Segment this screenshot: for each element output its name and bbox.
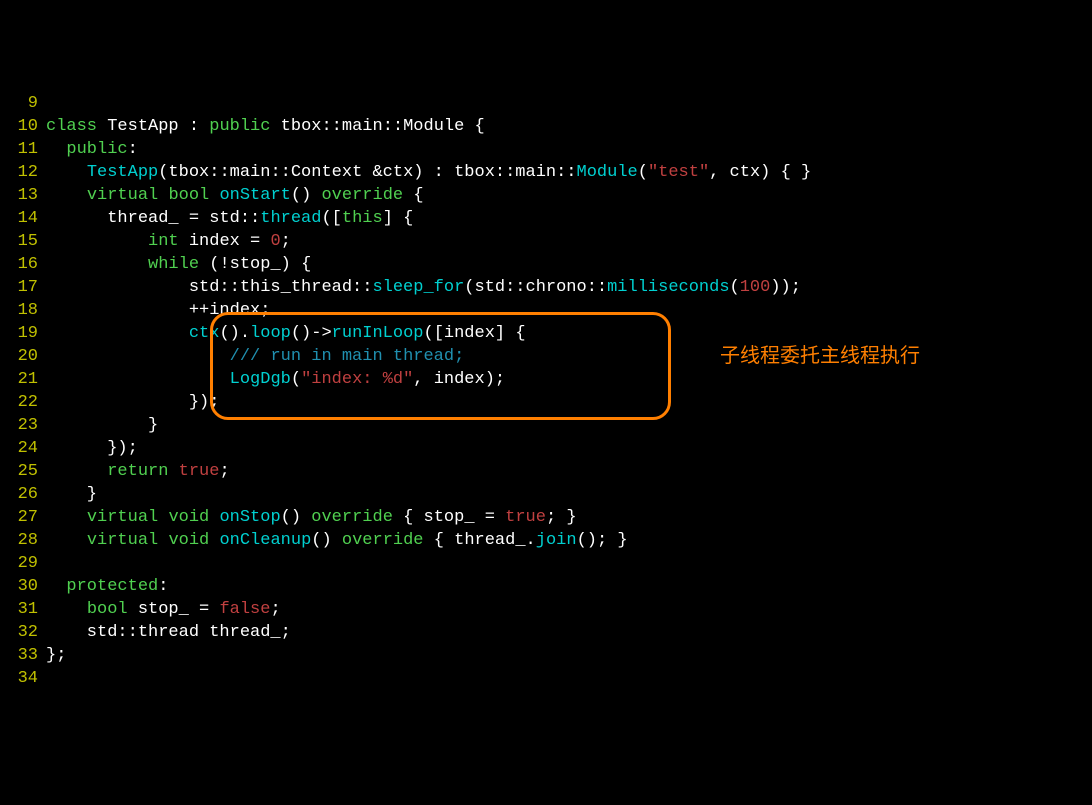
code-content: [46, 92, 1092, 115]
code-content: class TestApp : public tbox::main::Modul…: [46, 115, 1092, 138]
code-content: virtual void onCleanup() override { thre…: [46, 529, 1092, 552]
line-number: 22: [0, 391, 46, 414]
code-line: 16 while (!stop_) {: [0, 253, 1092, 276]
code-content: [46, 667, 1092, 690]
line-number: 15: [0, 230, 46, 253]
line-number: 12: [0, 161, 46, 184]
line-number: 33: [0, 644, 46, 667]
line-number: 26: [0, 483, 46, 506]
code-content: bool stop_ = false;: [46, 598, 1092, 621]
code-content: std::thread thread_;: [46, 621, 1092, 644]
code-line: 20 /// run in main thread;: [0, 345, 1092, 368]
code-line: 11 public:: [0, 138, 1092, 161]
annotation-text: 子线程委托主线程执行: [720, 345, 920, 368]
code-line: 25 return true;: [0, 460, 1092, 483]
code-content: public:: [46, 138, 1092, 161]
code-line: 17 std::this_thread::sleep_for(std::chro…: [0, 276, 1092, 299]
code-content: [46, 552, 1092, 575]
code-line: 30 protected:: [0, 575, 1092, 598]
code-content: thread_ = std::thread([this] {: [46, 207, 1092, 230]
code-line: 10class TestApp : public tbox::main::Mod…: [0, 115, 1092, 138]
code-content: ++index;: [46, 299, 1092, 322]
code-line: 12 TestApp(tbox::main::Context &ctx) : t…: [0, 161, 1092, 184]
code-line: 9: [0, 92, 1092, 115]
line-number: 20: [0, 345, 46, 368]
code-line: 14 thread_ = std::thread([this] {: [0, 207, 1092, 230]
code-content: virtual void onStop() override { stop_ =…: [46, 506, 1092, 529]
line-number: 28: [0, 529, 46, 552]
line-number: 32: [0, 621, 46, 644]
code-line: 22 });: [0, 391, 1092, 414]
line-number: 30: [0, 575, 46, 598]
code-line: 13 virtual bool onStart() override {: [0, 184, 1092, 207]
code-line: 32 std::thread thread_;: [0, 621, 1092, 644]
code-content: TestApp(tbox::main::Context &ctx) : tbox…: [46, 161, 1092, 184]
line-number: 16: [0, 253, 46, 276]
code-content: std::this_thread::sleep_for(std::chrono:…: [46, 276, 1092, 299]
code-line: 23 }: [0, 414, 1092, 437]
line-number: 24: [0, 437, 46, 460]
line-number: 17: [0, 276, 46, 299]
code-content: }: [46, 483, 1092, 506]
code-line: 19 ctx().loop()->runInLoop([index] {: [0, 322, 1092, 345]
line-number: 23: [0, 414, 46, 437]
code-line: 24 });: [0, 437, 1092, 460]
code-line: 26 }: [0, 483, 1092, 506]
code-line: 28 virtual void onCleanup() override { t…: [0, 529, 1092, 552]
code-line: 29: [0, 552, 1092, 575]
code-editor: 9 10class TestApp : public tbox::main::M…: [0, 92, 1092, 690]
line-number: 13: [0, 184, 46, 207]
code-content: /// run in main thread;: [46, 345, 1092, 368]
line-number: 19: [0, 322, 46, 345]
line-number: 11: [0, 138, 46, 161]
code-content: LogDgb("index: %d", index);: [46, 368, 1092, 391]
code-content: }: [46, 414, 1092, 437]
line-number: 34: [0, 667, 46, 690]
code-line: 33};: [0, 644, 1092, 667]
code-content: virtual bool onStart() override {: [46, 184, 1092, 207]
line-number: 31: [0, 598, 46, 621]
code-line: 18 ++index;: [0, 299, 1092, 322]
code-content: protected:: [46, 575, 1092, 598]
code-content: });: [46, 391, 1092, 414]
code-line: 34: [0, 667, 1092, 690]
line-number: 10: [0, 115, 46, 138]
code-content: int index = 0;: [46, 230, 1092, 253]
code-line: 21 LogDgb("index: %d", index);: [0, 368, 1092, 391]
code-content: ctx().loop()->runInLoop([index] {: [46, 322, 1092, 345]
line-number: 9: [0, 92, 46, 115]
code-line: 31 bool stop_ = false;: [0, 598, 1092, 621]
code-content: };: [46, 644, 1092, 667]
code-line: 15 int index = 0;: [0, 230, 1092, 253]
line-number: 18: [0, 299, 46, 322]
line-number: 25: [0, 460, 46, 483]
code-content: });: [46, 437, 1092, 460]
code-content: return true;: [46, 460, 1092, 483]
line-number: 14: [0, 207, 46, 230]
line-number: 27: [0, 506, 46, 529]
line-number: 29: [0, 552, 46, 575]
code-content: while (!stop_) {: [46, 253, 1092, 276]
code-line: 27 virtual void onStop() override { stop…: [0, 506, 1092, 529]
line-number: 21: [0, 368, 46, 391]
